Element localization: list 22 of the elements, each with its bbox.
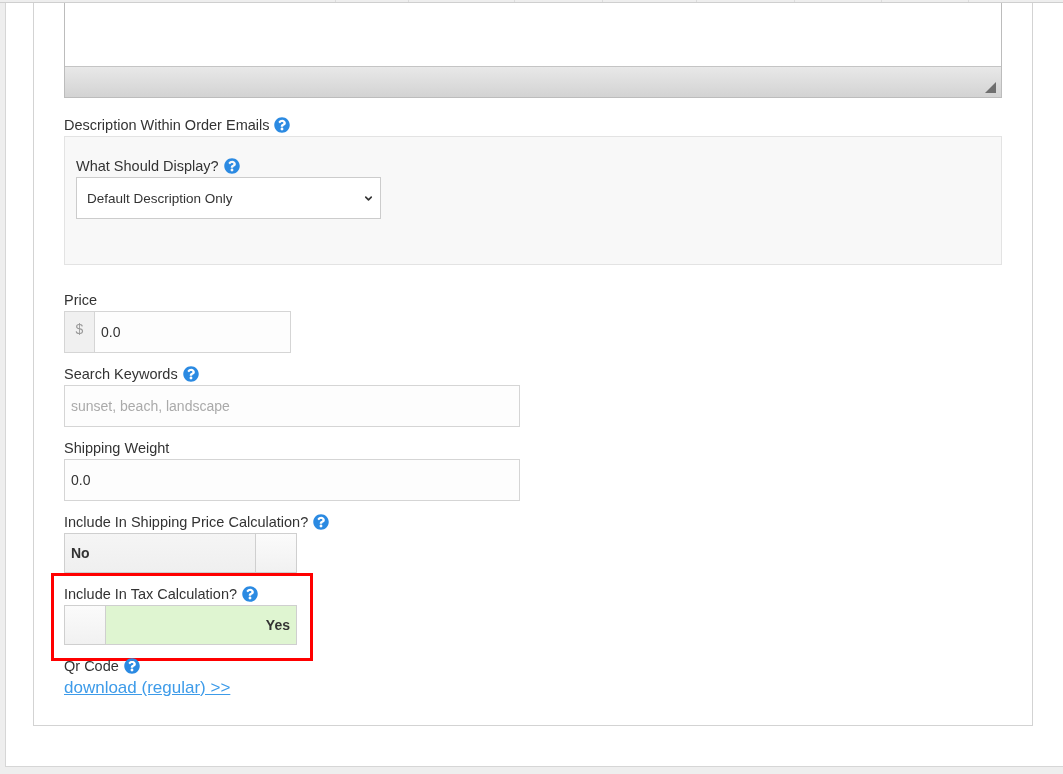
field-label: Price — [64, 292, 98, 308]
field-label: Qr Code — [64, 658, 119, 674]
field-label: Search Keywords — [64, 366, 178, 382]
currency-prefix: $ — [64, 311, 94, 353]
toggle-switch[interactable]: Yes — [64, 605, 297, 645]
field-label: Shipping Weight — [64, 440, 170, 456]
help-icon[interactable] — [242, 586, 259, 602]
help-icon[interactable] — [123, 658, 140, 674]
resize-grip-icon[interactable] — [985, 82, 996, 93]
help-icon[interactable] — [313, 514, 330, 530]
help-icon[interactable] — [223, 158, 240, 174]
help-icon[interactable] — [182, 366, 199, 382]
field-label: Include In Tax Calculation? — [64, 586, 238, 602]
text-input[interactable]: sunset, beach, landscape — [64, 385, 520, 427]
text-input[interactable]: 0.0 — [64, 459, 520, 501]
display-select[interactable]: Default Description Only — [76, 177, 381, 219]
help-icon[interactable] — [274, 117, 291, 133]
toggle-switch[interactable]: No — [64, 533, 297, 573]
price-input[interactable]: 0.0 — [94, 311, 291, 353]
section-label: Description Within Order Emails — [64, 117, 270, 133]
field-label: Include In Shipping Price Calculation? — [64, 514, 309, 530]
field-label: What Should Display? — [76, 158, 219, 174]
